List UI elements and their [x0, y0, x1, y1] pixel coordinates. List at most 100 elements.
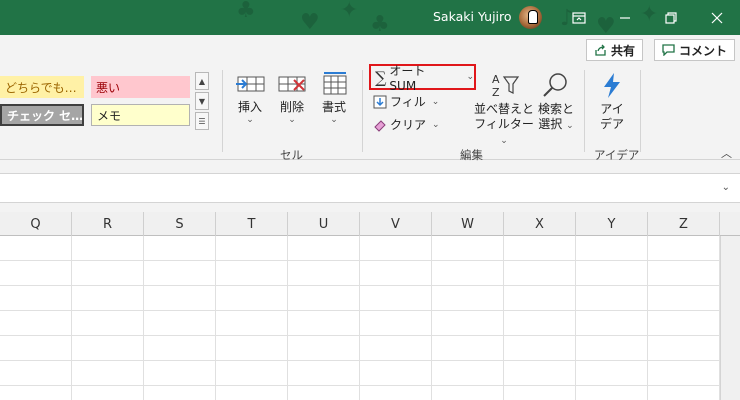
column-header[interactable]: W [432, 212, 504, 236]
style-check-cell-label: チェック セ… [7, 108, 84, 123]
table-row[interactable] [0, 286, 720, 311]
expand-formula-bar-icon[interactable]: ⌄ [722, 182, 730, 193]
format-button[interactable]: 書式 ⌄ [316, 71, 352, 125]
clear-button[interactable]: クリア ⌄ [373, 116, 440, 133]
ribbon-divider [640, 70, 641, 152]
column-gridline [647, 236, 648, 400]
worksheet-grid[interactable]: QRSTUVWXYZ [0, 212, 740, 400]
magnifier-icon [543, 73, 567, 97]
ideas-group-label: アイデア [594, 148, 640, 162]
chevron-down-icon: ▼ [198, 96, 206, 106]
chevron-down-icon: ⌄ [246, 115, 254, 125]
find-select-label-1: 検索と [537, 102, 574, 116]
style-bad-label: 悪い [96, 80, 121, 95]
ribbon-divider [584, 70, 585, 152]
ribbon-divider [222, 70, 223, 152]
vertical-scrollbar[interactable] [720, 236, 740, 400]
editing-group-label: 編集 [460, 148, 483, 162]
delete-label: 削除 [279, 100, 304, 114]
chevron-down-icon: ⌄ [432, 119, 440, 130]
format-cells-icon [323, 72, 347, 95]
insert-label: 挿入 [237, 100, 262, 114]
autosum-button[interactable]: ∑ オート SUM ⌄ [369, 64, 476, 93]
fill-label: フィル [390, 95, 426, 109]
column-header[interactable]: T [216, 212, 288, 236]
styles-more[interactable]: ☰ [195, 112, 209, 130]
share-label: 共有 [611, 43, 636, 58]
title-bar: ♣ ♥ ✦ ♣ ♪ ♥ ✦ Sakaki Yujiro [0, 0, 740, 35]
style-bad[interactable]: 悪い [91, 76, 190, 98]
column-gridline [359, 236, 360, 400]
style-note-label: メモ [97, 108, 122, 123]
ideas-label-1: アイ [600, 102, 624, 116]
column-headers: QRSTUVWXYZ [0, 212, 740, 236]
sort-filter-label-2: フィルター [474, 117, 534, 131]
restore-button[interactable] [648, 0, 694, 35]
column-header[interactable]: S [144, 212, 216, 236]
mouse-cursor-icon [528, 10, 538, 24]
delete-button[interactable]: 削除 ⌄ [274, 71, 310, 125]
restore-icon [665, 11, 677, 24]
lightning-icon [604, 73, 620, 98]
column-gridline [287, 236, 288, 400]
table-row[interactable] [0, 386, 720, 400]
table-row[interactable] [0, 361, 720, 386]
table-row[interactable] [0, 236, 720, 261]
background-decoration: ✦ [340, 0, 359, 23]
share-button[interactable]: 共有 [586, 39, 644, 61]
find-select-label-2: 選択 [538, 117, 563, 131]
ribbon-divider [362, 70, 363, 152]
table-row[interactable] [0, 336, 720, 361]
table-row[interactable] [0, 261, 720, 286]
column-gridline [71, 236, 72, 400]
find-select-button[interactable]: 検索と 選択 ⌄ [534, 71, 578, 132]
chevron-down-icon: ⌄ [330, 115, 338, 125]
background-decoration: ♣ [370, 12, 390, 36]
insert-button[interactable]: 挿入 ⌄ [232, 71, 268, 125]
delete-cells-icon [278, 76, 306, 92]
style-neutral[interactable]: どちらでも… [0, 76, 84, 98]
collapse-ribbon-icon[interactable]: ︿ [721, 145, 732, 161]
chevron-up-icon: ▲ [198, 76, 206, 86]
column-gridline [215, 236, 216, 400]
column-header[interactable]: U [288, 212, 360, 236]
styles-scroll-down[interactable]: ▼ [195, 92, 209, 110]
minimize-button[interactable] [602, 0, 648, 35]
sigma-icon: ∑ [375, 67, 387, 87]
fill-down-icon [373, 95, 387, 108]
ideas-button[interactable]: アイ デア [594, 71, 630, 132]
more-icon: ☰ [198, 116, 206, 126]
column-header[interactable]: Q [0, 212, 72, 236]
ribbon: 共有 コメント どちらでも… 悪い チェック セ… メモ ▲ ▼ ☰ 挿入 ⌄ … [0, 35, 740, 162]
column-header[interactable]: Y [576, 212, 648, 236]
chevron-down-icon: ⌄ [566, 121, 574, 131]
background-decoration: ♣ [236, 0, 256, 23]
ribbon-display-options-button[interactable] [556, 0, 602, 35]
column-header[interactable]: X [504, 212, 576, 236]
comments-button[interactable]: コメント [654, 39, 736, 61]
style-check-cell[interactable]: チェック セ… [0, 104, 84, 126]
cells-group-label: セル [280, 148, 303, 162]
comments-label: コメント [679, 43, 728, 58]
column-gridline [719, 236, 720, 400]
share-icon [595, 44, 606, 56]
insert-cells-icon [236, 76, 265, 92]
ribbon-options-icon [572, 11, 586, 24]
user-name[interactable]: Sakaki Yujiro [433, 9, 512, 24]
chevron-down-icon: ⌄ [288, 115, 296, 125]
fill-button[interactable]: フィル ⌄ [373, 93, 439, 110]
sort-filter-button[interactable]: A Z 並べ替えと フィルター ⌄ [474, 71, 534, 147]
chevron-down-icon: ⌄ [500, 136, 508, 146]
column-header[interactable]: R [72, 212, 144, 236]
close-button[interactable] [694, 0, 740, 35]
column-header[interactable]: V [360, 212, 432, 236]
column-header[interactable]: Z [648, 212, 720, 236]
chevron-down-icon: ⌄ [466, 72, 474, 82]
table-row[interactable] [0, 311, 720, 336]
background-decoration: ♥ [300, 10, 320, 35]
style-note[interactable]: メモ [91, 104, 190, 126]
styles-scroll-up[interactable]: ▲ [195, 72, 209, 90]
minimize-icon [620, 16, 630, 19]
formula-bar[interactable]: ⌄ [0, 173, 740, 203]
chevron-down-icon: ⌄ [431, 96, 440, 107]
